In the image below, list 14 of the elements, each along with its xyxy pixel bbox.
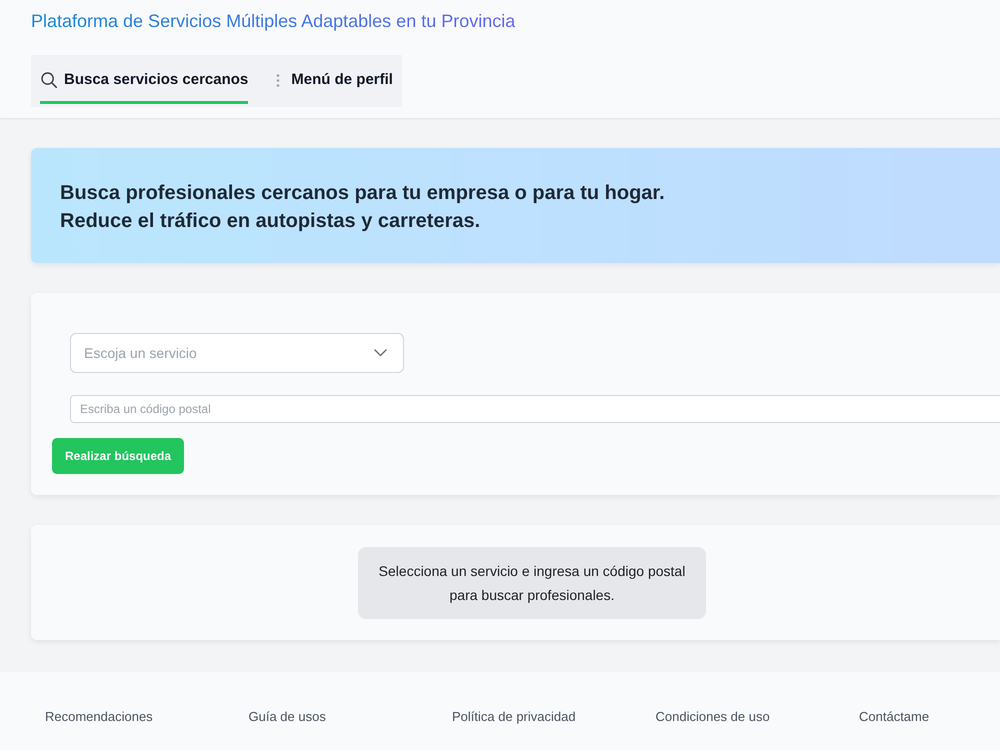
footer-link[interactable]: Condiciones de uso: [656, 706, 770, 726]
chevron-down-icon: [374, 349, 387, 357]
tab[interactable]: Busca servicios cercanos: [40, 55, 248, 104]
footer-link[interactable]: Recomendaciones: [45, 706, 153, 726]
footer-link[interactable]: Guía de usos: [248, 706, 326, 726]
footer-link[interactable]: Contáctame: [859, 706, 930, 726]
search-icon: [41, 72, 57, 88]
postal-code-field[interactable]: Escriba un código postal: [70, 395, 1000, 423]
banner-text: Busca profesionales cercanos para tu empresa o para tu hogar.: [60, 181, 666, 206]
vertical-dots-icon: [276, 74, 280, 86]
banner-text: Reduce el tráfico en autopistas y carreteras.: [60, 209, 482, 234]
footer-link[interactable]: Política de privacidad: [452, 706, 576, 726]
tab[interactable]: Menú de perfil: [275, 55, 393, 104]
empty-state-message: Selecciona un servicio e ingresa un código postal para buscar profesionales.: [358, 547, 706, 619]
